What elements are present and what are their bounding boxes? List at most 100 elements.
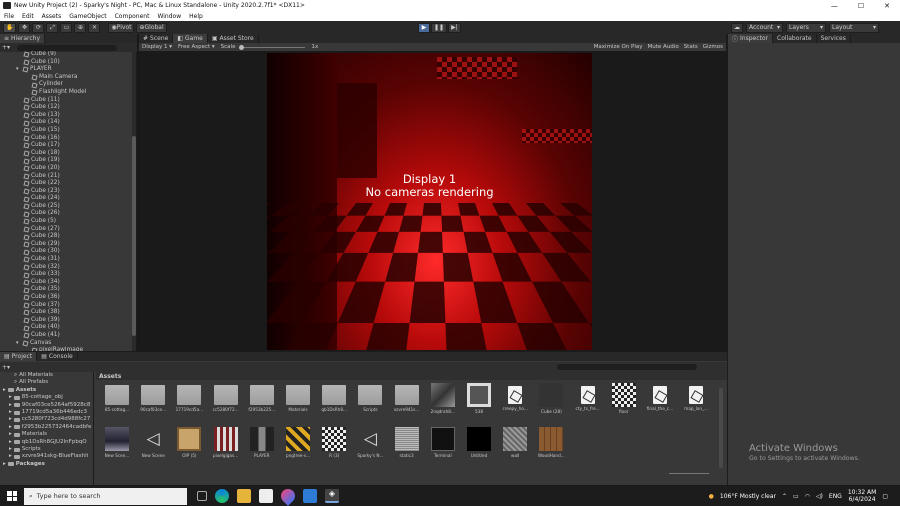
game-option-stats[interactable]: Stats [684, 44, 698, 50]
asset-item[interactable]: 17719cd5a... [172, 383, 206, 423]
add-icon[interactable]: +▾ [2, 364, 10, 371]
asset-item[interactable]: PLAYER [245, 427, 279, 467]
fold-arrow-icon[interactable]: ▸ [9, 446, 12, 453]
store-icon[interactable] [259, 489, 273, 503]
tab-asset-store[interactable]: ▣ Asset Store [207, 34, 259, 43]
hierarchy-item[interactable]: Cube (15) [0, 127, 133, 135]
menu-assets[interactable]: Assets [42, 13, 62, 20]
pause-button[interactable]: ❚❚ [431, 22, 448, 33]
collab-icon-button[interactable]: ☁ [731, 22, 743, 33]
folder-tree-item[interactable]: ▸ Packages [0, 461, 93, 468]
game-option-mute-audio[interactable]: Mute Audio [648, 44, 679, 50]
menu-file[interactable]: File [4, 13, 14, 20]
fold-arrow-icon[interactable]: ▾ [16, 66, 21, 74]
tab-project[interactable]: ▤ Project [0, 352, 38, 361]
asset-item[interactable]: 538 [462, 383, 496, 423]
volume-icon[interactable]: ◁) [816, 493, 823, 500]
language-indicator[interactable]: ENG [829, 493, 842, 500]
unity-taskbar-icon[interactable]: ◈ [325, 489, 339, 503]
asset-item[interactable]: final_the_c... [643, 383, 677, 423]
fold-arrow-icon[interactable]: ▸ [9, 416, 12, 423]
fold-arrow-icon[interactable]: ▸ [9, 424, 12, 431]
rect-tool-button[interactable]: ▭ [60, 22, 73, 33]
breadcrumb[interactable]: Assets [96, 372, 727, 380]
asset-item[interactable]: 85-cottag... [100, 383, 134, 423]
windows-start-icon[interactable] [4, 488, 20, 504]
menu-component[interactable]: Component [115, 13, 150, 20]
file-explorer-icon[interactable] [237, 489, 251, 503]
hierarchy-item[interactable]: Cube (34) [0, 279, 133, 287]
asset-item[interactable]: 90caf03ce... [136, 383, 170, 423]
project-search-input[interactable] [557, 364, 697, 370]
hierarchy-item[interactable]: Main Camera [0, 74, 133, 82]
fold-arrow-icon[interactable]: ▸ [9, 402, 12, 409]
asset-item[interactable]: WoodHand... [534, 427, 568, 467]
folder-tree-item[interactable]: ▸ 85-cottage_obj [0, 394, 93, 401]
asset-item[interactable]: cc5280f72... [209, 383, 243, 423]
notification-icon[interactable]: ▢ [882, 493, 888, 500]
asset-item[interactable]: Materials [281, 383, 315, 423]
minimize-button[interactable]: — [831, 2, 838, 10]
network-icon[interactable]: ▭ [793, 493, 799, 500]
account-dropdown[interactable]: Account ▾ [746, 22, 783, 33]
fold-arrow-icon[interactable]: ▸ [3, 461, 6, 468]
transform-tool-button[interactable]: ⊕ [74, 22, 87, 33]
scale-slider-knob[interactable] [239, 44, 245, 50]
hierarchy-item[interactable]: Cube (32) [0, 264, 133, 272]
hierarchy-item[interactable]: Cube (10) [0, 59, 133, 67]
game-option-gizmos[interactable]: Gizmos [703, 44, 723, 50]
asset-item[interactable]: OIP (5) [172, 427, 206, 467]
move-tool-button[interactable]: ✥ [18, 22, 31, 33]
hierarchy-item[interactable]: Cylinder [0, 81, 133, 89]
hierarchy-item[interactable]: Cube (40) [0, 324, 133, 332]
folder-tree-item[interactable]: ⌕ All Materials [0, 372, 93, 379]
tab-console[interactable]: ▤ Console [37, 352, 78, 361]
fold-arrow-icon[interactable]: ▸ [9, 453, 12, 460]
mail-icon[interactable] [303, 489, 317, 503]
app-icon[interactable] [278, 486, 298, 506]
game-option-maximize-on-play[interactable]: Maximize On Play [594, 44, 643, 50]
asset-item[interactable]: qb1DsRh8... [317, 383, 351, 423]
fold-arrow-icon[interactable]: ▾ [16, 340, 21, 348]
asset-item[interactable]: floor [607, 383, 641, 423]
custom-tool-button[interactable]: ✕ [88, 22, 101, 33]
play-button[interactable]: ▶ [418, 22, 430, 33]
hierarchy-item[interactable]: Cube (16) [0, 135, 133, 143]
hierarchy-item[interactable]: ▾ Canvas [0, 340, 133, 348]
asset-item[interactable]: cty_ts_fre... [571, 383, 605, 423]
maximize-button[interactable]: ☐ [858, 2, 864, 10]
menu-gameobject[interactable]: GameObject [69, 13, 106, 20]
game-viewport[interactable]: Display 1 No cameras rendering [267, 53, 592, 350]
menu-edit[interactable]: Edit [22, 13, 34, 20]
hierarchy-item[interactable]: Cube (30) [0, 248, 133, 256]
folder-tree-item[interactable]: ▸ Scripts [0, 446, 93, 453]
tab-hierarchy[interactable]: ≡ Hierarchy [0, 34, 46, 43]
tab-scene[interactable]: # Scene [139, 34, 174, 43]
hierarchy-item[interactable]: Cube (25) [0, 203, 133, 211]
asset-item[interactable]: f2953b225... [245, 383, 279, 423]
hierarchy-item[interactable]: Cube (41) [0, 332, 133, 340]
hierarchy-item[interactable]: Cube (19) [0, 157, 133, 165]
fold-arrow-icon[interactable]: ▸ [9, 409, 12, 416]
layers-dropdown[interactable]: Layers ▾ [786, 22, 826, 33]
hierarchy-item[interactable]: Cube (38) [0, 309, 133, 317]
tab-services[interactable]: Services [816, 34, 851, 43]
layout-dropdown[interactable]: Layout ▾ [829, 22, 879, 33]
rotate-tool-button[interactable]: ⟳ [32, 22, 45, 33]
folder-tree-item[interactable]: ▸ cc5280f723cd4d988fc27 [0, 416, 93, 423]
hierarchy-item[interactable]: Cube (13) [0, 112, 133, 120]
menu-help[interactable]: Help [189, 13, 203, 20]
hierarchy-item[interactable]: Cube (18) [0, 150, 133, 158]
asset-item[interactable]: Cube (28) [534, 383, 568, 423]
scale-slider[interactable] [239, 44, 306, 50]
edge-icon[interactable] [215, 489, 229, 503]
hierarchy-item[interactable]: Cube (12) [0, 104, 133, 112]
display-dropdown[interactable]: Display 1 ▾ [142, 44, 172, 50]
hierarchy-item[interactable]: Cube (29) [0, 241, 133, 249]
hierarchy-item[interactable]: Cube (22) [0, 180, 133, 188]
hierarchy-search-input[interactable] [17, 44, 118, 51]
asset-item[interactable]: wall [498, 427, 532, 467]
folder-tree-item[interactable]: ▸ Materials [0, 431, 93, 438]
hierarchy-item[interactable]: Cube (37) [0, 302, 133, 310]
hierarchy-item[interactable]: Cube (23) [0, 188, 133, 196]
